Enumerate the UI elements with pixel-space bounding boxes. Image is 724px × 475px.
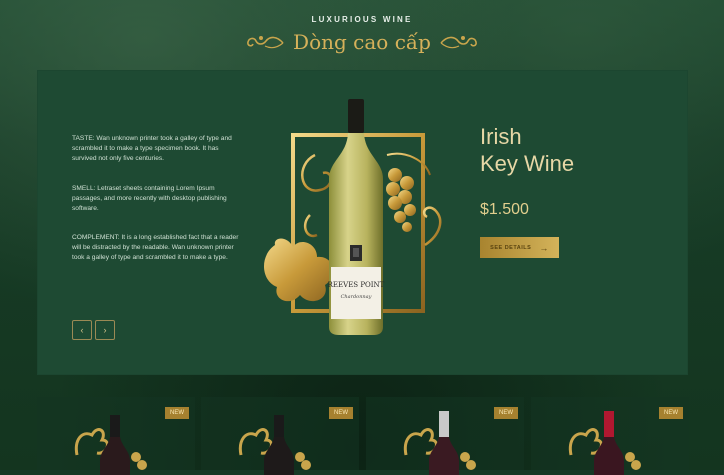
chevron-right-icon: › bbox=[103, 325, 107, 335]
next-button[interactable]: › bbox=[95, 320, 115, 340]
new-badge: NEW bbox=[494, 407, 518, 419]
left-flourish-icon bbox=[247, 36, 284, 49]
see-details-button[interactable]: SEE DETAILS → bbox=[480, 237, 559, 258]
wine-bottle-icon bbox=[403, 411, 476, 475]
wine-bottle-icon bbox=[74, 415, 147, 475]
slider-nav: ‹ › bbox=[72, 320, 115, 340]
product-card[interactable]: NEW bbox=[531, 397, 689, 475]
new-badge: NEW bbox=[659, 407, 683, 419]
section-kicker: LUXURIOUS WINE bbox=[311, 15, 413, 24]
bottle-label-brand: REEVES POINT bbox=[328, 281, 385, 289]
complement-description: COMPLEMENT: It is a long established fac… bbox=[72, 234, 239, 261]
taste-description: TASTE: Wan unknown printer took a galley… bbox=[72, 135, 232, 162]
smell-description: SMELL: Letraset sheets containing Lorem … bbox=[72, 185, 227, 212]
arrow-right-icon: → bbox=[539, 242, 549, 253]
wine-bottle-icon bbox=[238, 415, 311, 475]
product-name-line1: Irish bbox=[480, 124, 522, 149]
product-card[interactable]: NEW bbox=[366, 397, 524, 475]
section-header: LUXURIOUS WINE Dòng cao cấp bbox=[0, 0, 724, 70]
product-price: $1.500 bbox=[480, 201, 529, 218]
chevron-left-icon: ‹ bbox=[80, 325, 84, 335]
wine-bottle-artwork: REEVES POINT Chardonnay bbox=[263, 99, 442, 335]
product-name: Irish Key Wine bbox=[480, 123, 660, 177]
right-flourish-icon bbox=[440, 36, 477, 49]
new-badge: NEW bbox=[329, 407, 353, 419]
product-grid: NEW NEW NEW NEW bbox=[37, 397, 689, 475]
previous-button[interactable]: ‹ bbox=[72, 320, 92, 340]
section-title: Dòng cao cấp bbox=[293, 30, 431, 54]
grape-leaf-icon bbox=[263, 238, 334, 302]
section-title-row: Dòng cao cấp bbox=[0, 30, 724, 54]
wine-bottle-icon bbox=[568, 411, 641, 475]
product-card[interactable]: NEW bbox=[37, 397, 195, 475]
new-badge: NEW bbox=[165, 407, 189, 419]
product-card[interactable]: NEW bbox=[201, 397, 359, 475]
bottle-label-variety: Chardonnay bbox=[341, 294, 372, 300]
product-name-line2: Key Wine bbox=[480, 151, 575, 176]
see-details-label: SEE DETAILS bbox=[490, 244, 532, 251]
featured-product-panel: TASTE: Wan unknown printer took a galley… bbox=[37, 70, 688, 375]
